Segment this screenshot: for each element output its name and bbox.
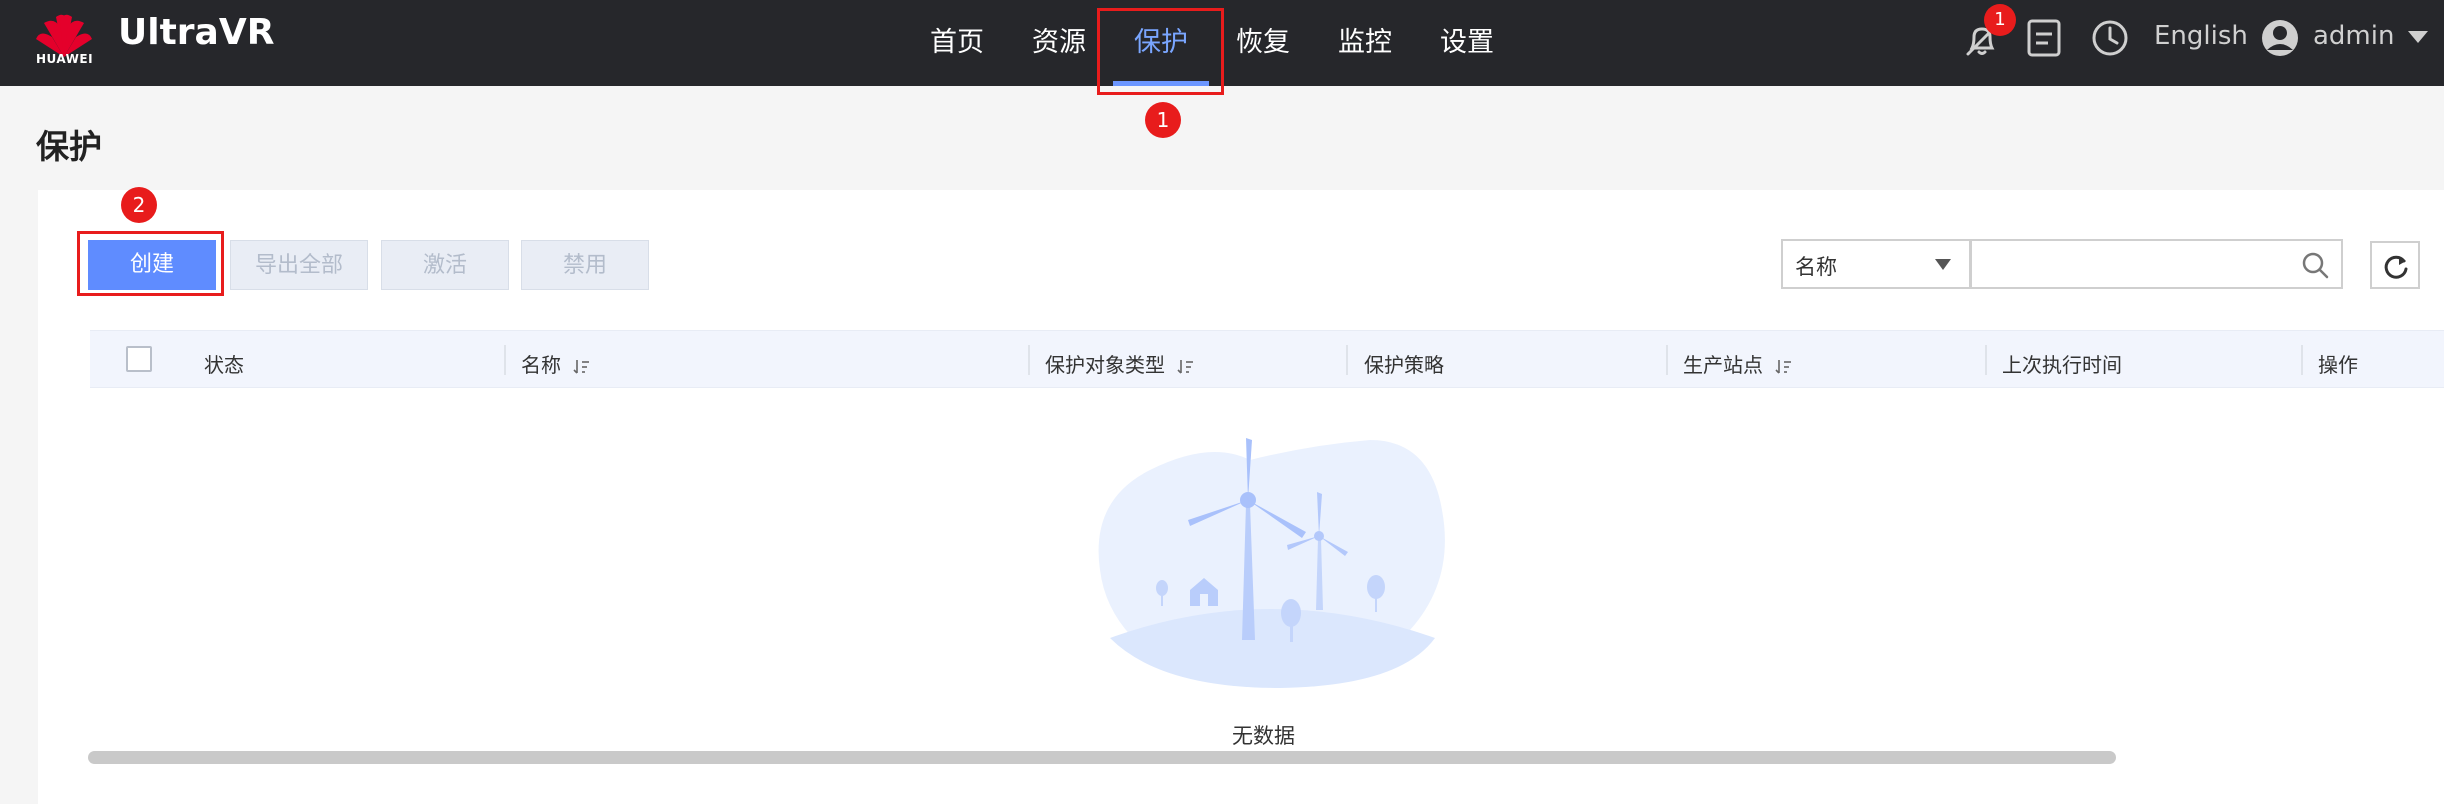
callout-number-2: 2 <box>121 187 157 223</box>
callout-highlight-protection-tab <box>1097 8 1224 95</box>
nav-monitoring[interactable]: 监控 <box>1338 20 1392 59</box>
column-divider[interactable] <box>1028 345 1030 375</box>
column-divider[interactable] <box>504 345 506 375</box>
column-header-protection-policy: 保护策略 <box>1364 353 1444 377</box>
search-filter-select[interactable]: 名称 <box>1781 239 1971 289</box>
clock-icon[interactable] <box>2090 18 2130 58</box>
select-all-checkbox[interactable] <box>126 346 152 372</box>
logo-text: HUAWEI <box>36 52 94 66</box>
user-name[interactable]: admin <box>2313 21 2394 51</box>
column-divider[interactable] <box>1666 345 1668 375</box>
column-header-last-execution-time: 上次执行时间 <box>2002 353 2122 377</box>
sort-icon[interactable] <box>1177 358 1195 376</box>
nav-resources[interactable]: 资源 <box>1032 20 1086 59</box>
nav-home[interactable]: 首页 <box>930 20 984 59</box>
notification-badge: 1 <box>1984 4 2016 36</box>
export-all-button[interactable]: 导出全部 <box>230 240 368 290</box>
column-header-name-label: 名称 <box>521 353 561 377</box>
nav-recovery[interactable]: 恢复 <box>1236 20 1290 59</box>
search-filter-label: 名称 <box>1795 255 1837 279</box>
column-header-status: 状态 <box>204 353 244 377</box>
disable-button[interactable]: 禁用 <box>521 240 649 290</box>
sort-icon[interactable] <box>1775 358 1793 376</box>
brand-name: UltraVR <box>118 12 275 53</box>
sort-icon[interactable] <box>573 358 591 376</box>
column-divider[interactable] <box>1985 345 1987 375</box>
empty-state-text: 无数据 <box>1232 724 1295 748</box>
page-title: 保护 <box>36 127 102 166</box>
callout-number-1: 1 <box>1145 102 1181 138</box>
search-input[interactable] <box>1971 239 2343 289</box>
caret-down-icon <box>1935 259 1951 270</box>
column-header-protected-object-type[interactable]: 保护对象类型 <box>1045 349 1195 378</box>
search-icon[interactable] <box>2301 251 2329 279</box>
refresh-button[interactable] <box>2370 241 2420 289</box>
language-switch[interactable]: English <box>2154 21 2248 51</box>
empty-wind-turbine-illustration <box>1098 438 1445 688</box>
activate-button[interactable]: 激活 <box>381 240 509 290</box>
table-header: 状态 名称 保护对象类型 保护策略 生产站点 上次执行时间 操作 <box>90 330 2444 388</box>
column-header-name[interactable]: 名称 <box>521 349 591 378</box>
column-header-production-site-label: 生产站点 <box>1683 353 1763 377</box>
column-divider[interactable] <box>1346 345 1348 375</box>
nav-settings[interactable]: 设置 <box>1440 20 1494 59</box>
column-header-production-site[interactable]: 生产站点 <box>1683 349 1793 378</box>
column-header-protected-object-type-label: 保护对象类型 <box>1045 353 1165 377</box>
task-list-icon[interactable] <box>2026 18 2062 58</box>
chevron-down-icon[interactable] <box>2407 30 2429 44</box>
horizontal-scrollbar[interactable] <box>88 751 2116 764</box>
column-header-actions: 操作 <box>2318 353 2358 377</box>
refresh-icon <box>2384 255 2408 279</box>
user-avatar-icon[interactable] <box>2260 18 2300 58</box>
create-button[interactable]: 创建 <box>88 240 216 290</box>
column-divider[interactable] <box>2301 345 2303 375</box>
